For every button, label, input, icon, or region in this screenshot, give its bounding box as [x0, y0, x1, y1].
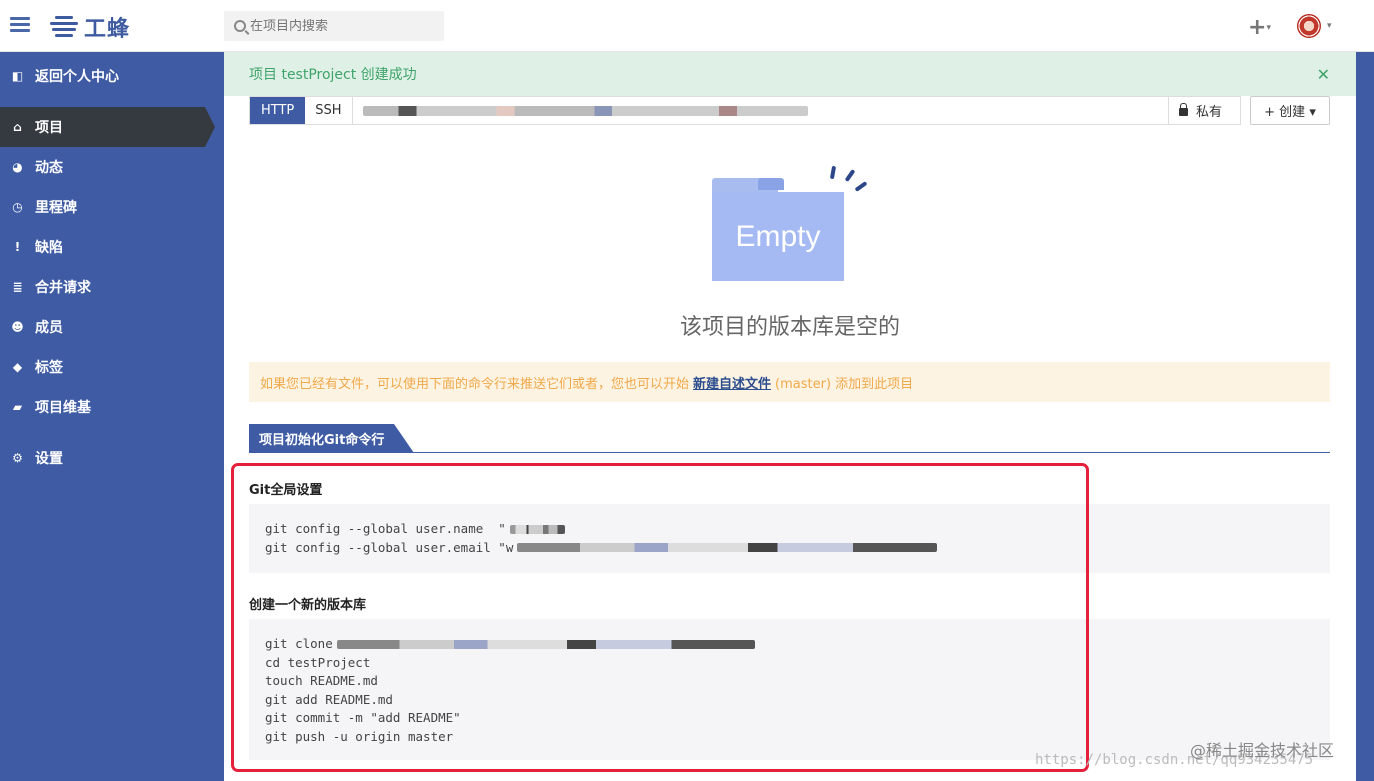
lock-icon — [1178, 103, 1188, 116]
sidebar-item-label: 项目维基 — [35, 400, 91, 416]
search-input[interactable] — [250, 18, 430, 34]
global-setup-code: git config --global user.name " git conf… — [249, 504, 1330, 573]
code-line: git add README.md — [265, 691, 393, 707]
spark-icon — [854, 181, 868, 192]
sidebar: ◧ 返回个人中心 ⌂ 项目 ◕ 动态 ◷ 里程碑 ! 缺陷 ≣ 合并请求 ☻ 成… — [0, 52, 224, 781]
sidebar-item-tags[interactable]: ◆ 标签 — [0, 347, 205, 387]
user-menu[interactable]: ▾ — [1297, 14, 1332, 38]
redacted-url — [336, 639, 755, 649]
back-icon: ◧ — [11, 69, 24, 83]
new-menu-button[interactable]: +▾ — [1248, 15, 1271, 40]
book-icon: ▰ — [12, 400, 23, 414]
sidebar-item-label: 成员 — [35, 320, 63, 336]
alert-icon: ! — [14, 240, 21, 254]
sidebar-item-label: 里程碑 — [35, 200, 77, 216]
code-line: git commit -m "add README" — [265, 710, 461, 725]
warning-text-after: (master) 添加到此项目 — [775, 376, 914, 392]
clone-url-bar: HTTP SSH 私有 — [249, 96, 1241, 125]
global-setup-title: Git全局设置 — [249, 483, 323, 498]
avatar — [1297, 14, 1321, 38]
new-readme-link[interactable]: 新建自述文件 — [693, 373, 771, 392]
code-line: git config --global user.name " — [265, 521, 506, 536]
search-icon — [234, 20, 246, 32]
sidebar-item-label: 返回个人中心 — [35, 69, 119, 85]
new-repo-title: 创建一个新的版本库 — [249, 598, 367, 613]
chevron-down-icon: ▾ — [1266, 23, 1271, 33]
sidebar-item-members[interactable]: ☻ 成员 — [0, 307, 205, 347]
sidebar-item-milestones[interactable]: ◷ 里程碑 — [0, 187, 205, 227]
empty-repo-title: 该项目的版本库是空的 — [679, 315, 900, 340]
sidebar-item-label: 缺陷 — [35, 240, 63, 256]
warning-alert: 如果您已经有文件，可以使用下面的命令行来推送它们或者，您也可以开始 新建自述文件… — [249, 362, 1330, 402]
users-icon: ☻ — [11, 320, 24, 334]
project-search[interactable] — [224, 11, 444, 41]
create-button[interactable]: + 创建 ▾ — [1250, 96, 1330, 125]
redacted-url — [362, 105, 808, 116]
redacted-name — [509, 524, 565, 534]
list-icon: ≣ — [12, 280, 23, 294]
logo[interactable]: 工蜂 — [50, 12, 130, 42]
visibility-label: 私有 — [1195, 105, 1222, 120]
plus-icon: + — [1248, 15, 1267, 40]
chevron-down-icon: ▾ — [1327, 21, 1332, 31]
sidebar-item-wiki[interactable]: ▰ 项目维基 — [0, 387, 205, 427]
code-line: touch README.md — [265, 673, 378, 688]
spark-icon — [844, 169, 856, 182]
sidebar-item-merge-requests[interactable]: ≣ 合并请求 — [0, 267, 205, 307]
home-icon: ⌂ — [13, 120, 22, 134]
watermark-community: @稀土掘金技术社区 — [1190, 741, 1335, 760]
sidebar-item-label: 标签 — [35, 360, 63, 376]
success-alert: 项目 testProject 创建成功 ✕ — [224, 52, 1356, 96]
right-edge-strip — [1356, 52, 1374, 781]
empty-folder-illustration: Empty — [708, 160, 878, 290]
sidebar-item-issues[interactable]: ! 缺陷 — [0, 227, 205, 267]
close-icon[interactable]: ✕ — [1317, 65, 1330, 84]
clock-icon: ◷ — [12, 200, 23, 214]
bee-logo-icon — [50, 14, 78, 40]
code-line: git clone — [265, 636, 333, 651]
hamburger-menu-icon[interactable] — [10, 17, 30, 33]
new-repo-code: git clone cd testProject touch README.md… — [249, 619, 1330, 760]
sidebar-item-label: 项目 — [35, 120, 63, 136]
success-alert-text: 项目 testProject 创建成功 — [249, 67, 417, 83]
divider — [249, 452, 1330, 453]
sidebar-item-label: 动态 — [35, 160, 63, 176]
code-line: git push -u origin master — [265, 728, 454, 744]
dashboard-icon: ◕ — [12, 160, 23, 174]
tab-http[interactable]: HTTP — [250, 97, 306, 124]
tag-icon: ◆ — [12, 360, 23, 374]
sidebar-item-activity[interactable]: ◕ 动态 — [0, 147, 205, 187]
tab-ssh[interactable]: SSH — [305, 97, 353, 124]
redacted-email — [517, 543, 938, 553]
folder-icon: Empty — [712, 192, 844, 281]
visibility-badge: 私有 — [1167, 97, 1240, 124]
top-bar: 工蜂 +▾ ▾ — [0, 0, 1374, 52]
empty-label: Empty — [735, 219, 821, 253]
sidebar-item-label: 设置 — [35, 451, 63, 467]
code-line: git config --global user.email "w — [265, 539, 514, 555]
logo-text: 工蜂 — [84, 17, 131, 42]
sidebar-item-settings[interactable]: ⚙ 设置 — [0, 438, 205, 478]
gears-icon: ⚙ — [12, 451, 23, 465]
section-tab-git-commands: 项目初始化Git命令行 — [249, 424, 415, 453]
code-line: cd testProject — [265, 654, 371, 670]
spark-icon — [829, 165, 837, 180]
sidebar-item-back[interactable]: ◧ 返回个人中心 — [0, 56, 205, 96]
sidebar-item-label: 合并请求 — [35, 280, 91, 296]
warning-text-before: 如果您已经有文件，可以使用下面的命令行来推送它们或者，您也可以开始 — [260, 376, 690, 392]
sidebar-item-project[interactable]: ⌂ 项目 — [0, 107, 215, 147]
clone-url-field[interactable] — [353, 97, 1168, 124]
